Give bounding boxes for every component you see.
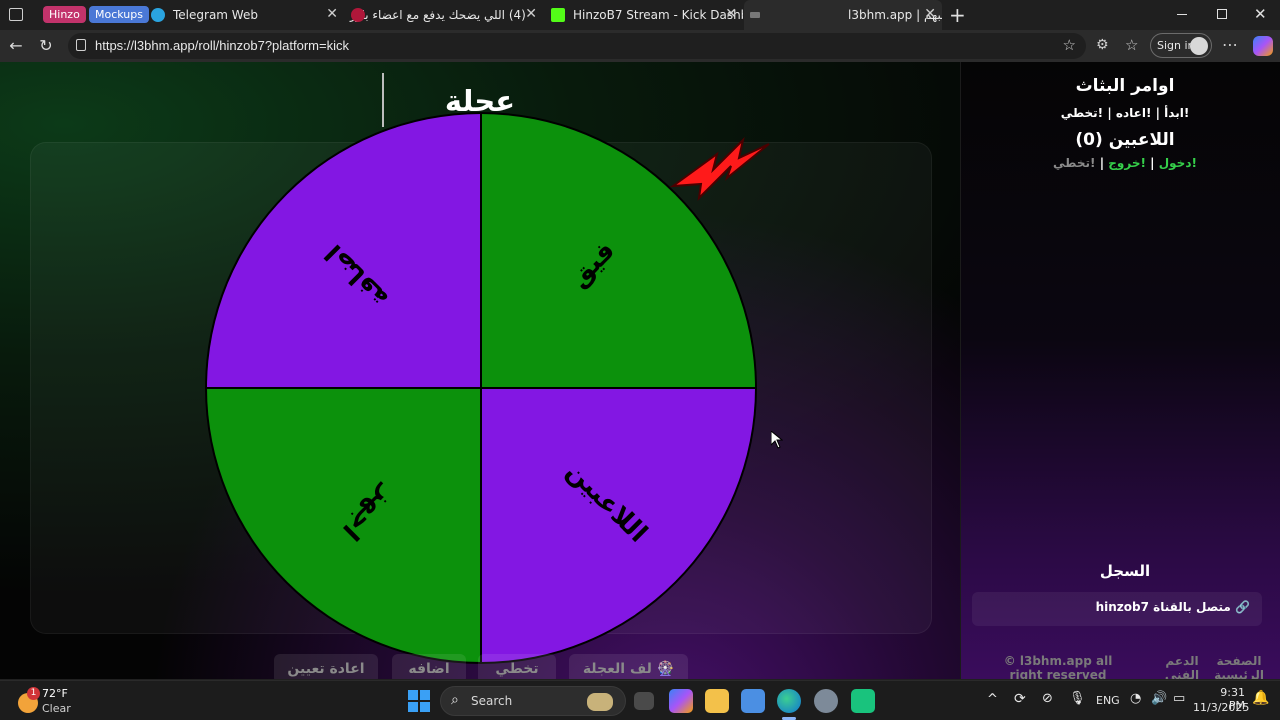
close-tab-icon[interactable]: ✕: [725, 6, 737, 22]
tab-youtube[interactable]: (4) اللي يضحك يدفع مع اعضاء باور ✕: [345, 0, 543, 30]
taskbar-search[interactable]: ⌕ Search: [440, 686, 626, 716]
close-tab-icon[interactable]: ✕: [924, 6, 936, 22]
separator: |: [1150, 156, 1155, 170]
youtube-icon: [351, 8, 365, 22]
footer-home-link[interactable]: الصفحة الرئيسية: [1214, 654, 1264, 679]
favorites-icon[interactable]: ☆: [1125, 36, 1138, 54]
network-off-icon[interactable]: ⊘: [1042, 691, 1053, 706]
browser-tab-bar: Hinzo Mockups Telegram Web ✕ (4) اللي يض…: [0, 0, 1280, 30]
show-hidden-icons-icon[interactable]: ^: [987, 692, 998, 707]
search-label: Search: [471, 694, 513, 708]
kick-icon: [551, 8, 565, 22]
minimize-button[interactable]: [1177, 14, 1187, 15]
l3bhm-icon: [750, 12, 760, 18]
log-entry-text: متصل بالقناة hinzob7: [1095, 600, 1231, 614]
sign-in-label: Sign in: [1157, 39, 1195, 52]
avatar-icon: [1190, 37, 1208, 55]
skip-button[interactable]: تخطي: [478, 654, 556, 679]
microphone-icon[interactable]: 🎙: [1069, 691, 1086, 706]
add-button[interactable]: اضافه: [392, 654, 466, 679]
settings-icon[interactable]: [814, 689, 838, 713]
back-button[interactable]: ←: [4, 34, 28, 58]
refresh-button[interactable]: ↻: [34, 34, 58, 58]
sidebar-panel: [960, 62, 1280, 679]
tab-telegram[interactable]: Telegram Web ✕: [146, 0, 344, 30]
separator: |: [1099, 156, 1105, 170]
app-icon[interactable]: [851, 689, 875, 713]
battery-icon[interactable]: ▭: [1173, 691, 1185, 706]
clock-date[interactable]: 11/3/2025: [1193, 701, 1249, 714]
mouse-cursor-icon: [771, 431, 783, 449]
commands-list: !ابدأ | !اعاده | !تخطي: [1060, 106, 1190, 120]
weather-widget[interactable]: 1 72°F Clear: [14, 685, 104, 717]
commands-title: اوامر البثاث: [1075, 76, 1175, 96]
footer-support-link[interactable]: الدعم الفني: [1158, 654, 1206, 679]
language-indicator[interactable]: ENG: [1096, 694, 1120, 707]
tab-title: Telegram Web: [173, 8, 258, 22]
url-box[interactable]: https://l3bhm.app/roll/hinzob7?platform=…: [68, 33, 1086, 59]
telegram-icon: [151, 8, 165, 22]
copilot-icon[interactable]: [1253, 36, 1273, 56]
more-menu-icon[interactable]: ⋯: [1222, 35, 1238, 54]
action-buttons: 🎡 لف العجلة تخطي اضافه اعادة تعيين: [0, 654, 960, 679]
tab-l3bhm[interactable]: l3bhm.app | لعبهم ✕: [744, 0, 942, 30]
tab-group-hinzo[interactable]: Hinzo: [43, 6, 86, 23]
copilot-taskbar-icon[interactable]: [669, 689, 693, 713]
site-info-icon[interactable]: [76, 39, 86, 51]
maximize-button[interactable]: [1217, 9, 1227, 19]
taskbar: 1 72°F Clear ⌕ Search ^ ⟳ ⊘ 🎙 ENG ◔ 🔊 ▭ …: [0, 680, 1280, 720]
wifi-icon[interactable]: ◔: [1130, 691, 1141, 706]
footer-copyright: © l3bhm.app all right reserved: [1003, 654, 1113, 679]
sync-icon[interactable]: ⟳: [1014, 691, 1026, 707]
log-entry: 🔗 متصل بالقناة hinzob7: [972, 592, 1262, 626]
players-title: اللاعبين (0): [1075, 130, 1175, 150]
notification-bell-icon[interactable]: 🔔: [1252, 690, 1269, 706]
tab-group-mockups[interactable]: Mockups: [89, 6, 149, 23]
start-button[interactable]: [408, 690, 430, 712]
url-text[interactable]: https://l3bhm.app/roll/hinzob7?platform=…: [95, 38, 349, 53]
join-command: !دخول: [1158, 156, 1197, 170]
sign-in-button[interactable]: Sign in: [1150, 33, 1212, 58]
tab-kick-dashboard[interactable]: HinzoB7 Stream - Kick Dashboard ✕: [545, 0, 743, 30]
weather-badge: 1: [27, 687, 40, 700]
search-icon: ⌕: [451, 692, 459, 708]
page-content: عجلة الشخصية فيق اللاعبين اجهز اضافة اوا…: [0, 62, 1280, 679]
address-bar: ← ↻ https://l3bhm.app/roll/hinzob7?platf…: [0, 30, 1280, 62]
wheel-pointer-icon: [669, 136, 770, 201]
close-tab-icon[interactable]: ✕: [326, 6, 338, 22]
close-tab-icon[interactable]: ✕: [525, 6, 537, 22]
link-icon: 🔗: [1235, 600, 1250, 614]
edge-icon[interactable]: [777, 689, 801, 713]
file-explorer-icon[interactable]: [705, 689, 729, 713]
tab-actions-icon[interactable]: [9, 8, 23, 21]
search-highlight-icon: [587, 693, 613, 711]
new-tab-button[interactable]: +: [949, 3, 966, 27]
weather-temp: 72°F: [42, 687, 68, 700]
tab-title: HinzoB7 Stream - Kick Dashboard: [573, 8, 743, 22]
player-commands: !دخول | !خروج | !تخطي: [975, 156, 1275, 170]
leave-command: !خروج: [1108, 156, 1146, 170]
task-view-icon[interactable]: [634, 692, 654, 710]
log-title: السجل: [1099, 562, 1151, 580]
weather-desc: Clear: [42, 702, 71, 715]
close-window-button[interactable]: ✕: [1254, 5, 1267, 23]
spin-wheel-button[interactable]: 🎡 لف العجلة: [569, 654, 688, 679]
skip-command: !تخطي: [1053, 156, 1096, 170]
volume-icon[interactable]: 🔊: [1151, 691, 1167, 706]
extensions-icon[interactable]: ⚙: [1096, 37, 1109, 53]
footer: الصفحة الرئيسية الدعم الفني © l3bhm.app …: [960, 650, 1280, 679]
reset-button[interactable]: اعادة تعيين: [274, 654, 378, 679]
favorite-star-icon[interactable]: ☆: [1063, 36, 1076, 54]
tab-title: (4) اللي يضحك يدفع مع اعضاء باور: [350, 8, 526, 22]
store-icon[interactable]: [741, 689, 765, 713]
